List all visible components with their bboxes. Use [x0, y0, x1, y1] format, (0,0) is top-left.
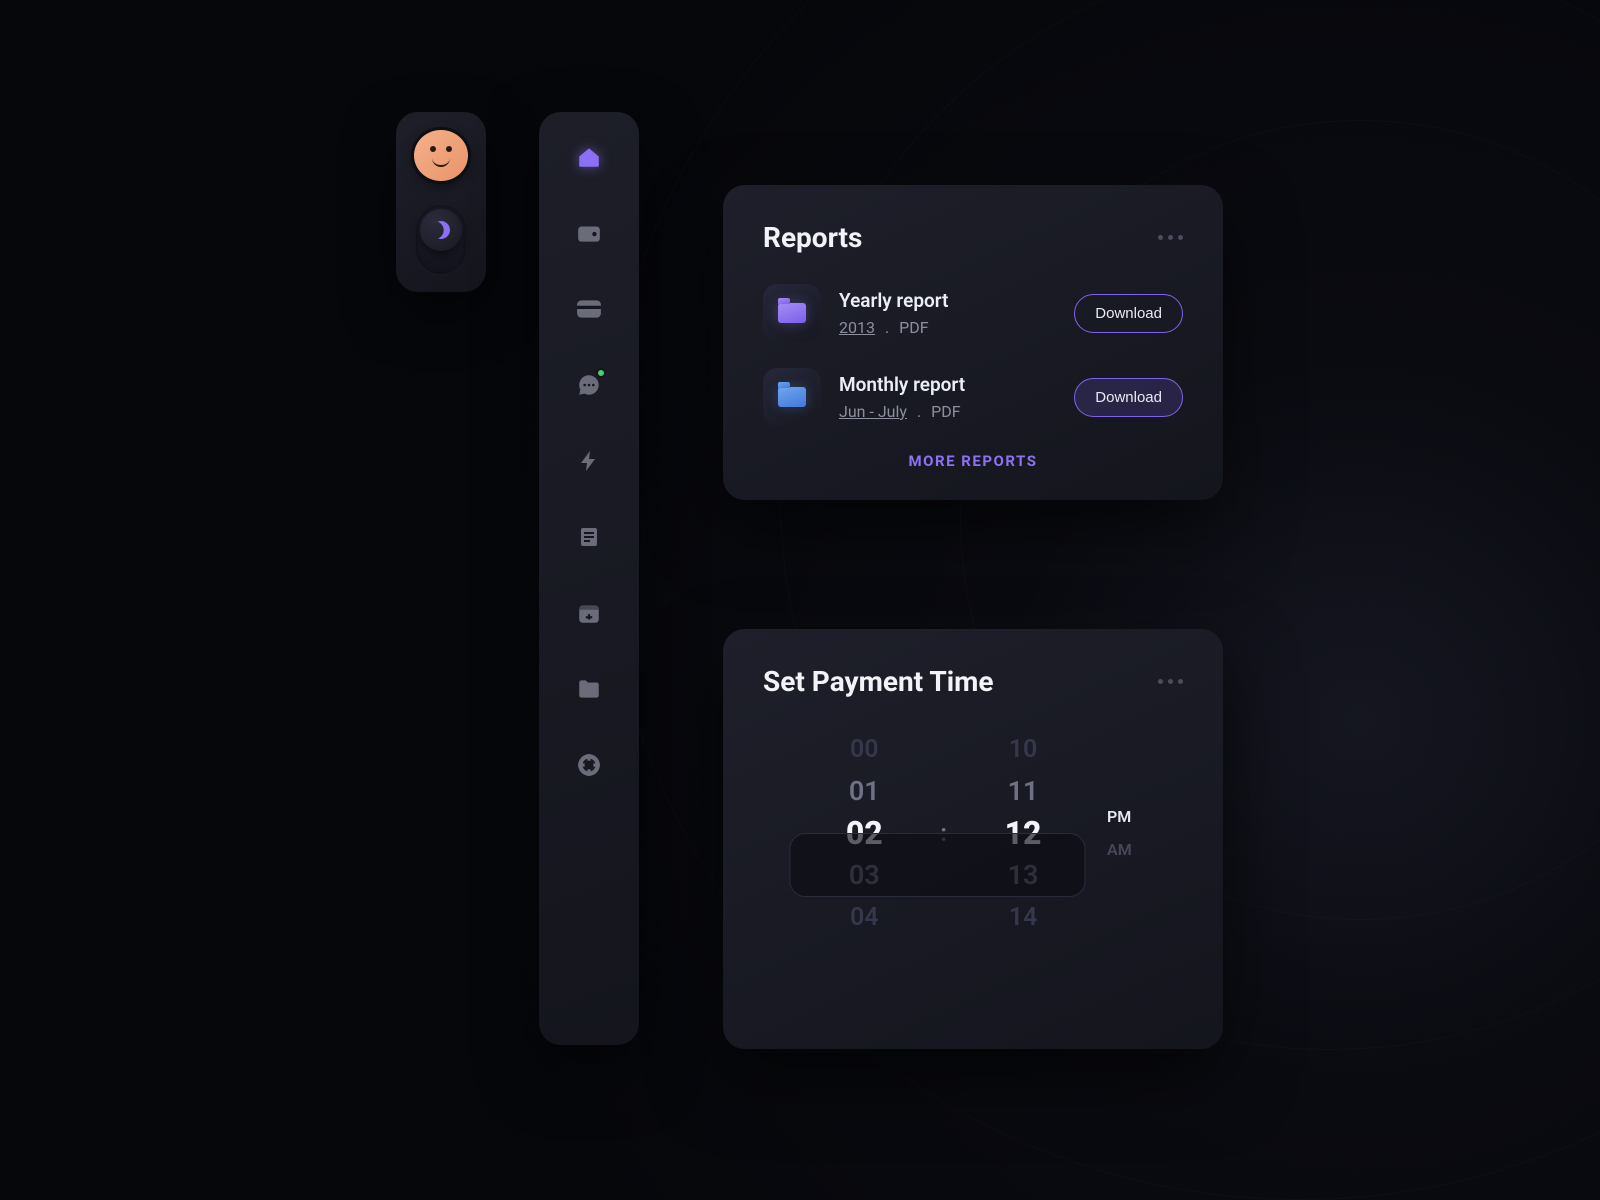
profile-theme-panel — [396, 112, 486, 292]
minute-option[interactable]: 13 — [1008, 854, 1039, 896]
hour-selected[interactable]: 02 — [846, 812, 883, 854]
minute-option[interactable]: 11 — [1008, 770, 1039, 812]
report-meta: Jun - July . PDF — [839, 402, 1056, 421]
theme-toggle-knob — [420, 209, 462, 251]
nav-wallet-icon[interactable] — [574, 218, 604, 248]
nav-list-icon[interactable] — [574, 522, 604, 552]
download-button[interactable]: Download — [1074, 294, 1183, 333]
time-colon: : — [940, 819, 947, 847]
sidebar — [539, 112, 639, 1045]
hour-option[interactable]: 04 — [850, 896, 879, 938]
minute-option[interactable]: 10 — [1009, 728, 1038, 770]
download-button[interactable]: Download — [1074, 378, 1183, 417]
hour-option[interactable]: 01 — [849, 770, 880, 812]
nav-help-icon[interactable] — [574, 750, 604, 780]
reports-card: Reports Yearly report 2013 . PDF Downloa… — [723, 185, 1223, 500]
report-meta-type: PDF — [899, 318, 928, 337]
minute-option[interactable]: 14 — [1009, 896, 1038, 938]
chat-badge-dot — [596, 368, 606, 378]
payment-time-title: Set Payment Time — [763, 665, 993, 698]
report-meta-type: PDF — [931, 402, 960, 421]
hour-option[interactable]: 00 — [850, 728, 879, 770]
minute-selected[interactable]: 12 — [1005, 812, 1042, 854]
report-folder-icon — [763, 368, 821, 426]
avatar[interactable] — [414, 130, 468, 181]
minutes-column[interactable]: 10 11 12 13 14 — [973, 728, 1073, 938]
moon-icon — [429, 219, 452, 242]
report-row: Monthly report Jun - July . PDF Download — [763, 368, 1183, 426]
payment-time-card: Set Payment Time 00 01 02 03 04 : 10 11 … — [723, 629, 1223, 1049]
hours-column[interactable]: 00 01 02 03 04 — [814, 728, 914, 938]
nav-folder-icon[interactable] — [574, 674, 604, 704]
hour-option[interactable]: 03 — [849, 854, 880, 896]
ampm-selector: PM AM — [1107, 807, 1132, 859]
report-title: Monthly report — [839, 373, 1056, 396]
report-folder-icon — [763, 284, 821, 342]
nav-chat-icon[interactable] — [574, 370, 604, 400]
reports-title: Reports — [763, 221, 862, 254]
reports-menu-icon[interactable] — [1158, 235, 1183, 240]
ampm-pm[interactable]: PM — [1107, 807, 1132, 826]
payment-time-menu-icon[interactable] — [1158, 679, 1183, 684]
ampm-am[interactable]: AM — [1107, 840, 1132, 859]
nav-card-icon[interactable] — [574, 294, 604, 324]
report-meta-link[interactable]: Jun - July — [839, 402, 907, 421]
report-meta-link[interactable]: 2013 — [839, 318, 875, 337]
report-meta: 2013 . PDF — [839, 318, 1056, 337]
nav-bolt-icon[interactable] — [574, 446, 604, 476]
theme-toggle[interactable] — [416, 205, 466, 274]
report-row: Yearly report 2013 . PDF Download — [763, 284, 1183, 342]
more-reports-link[interactable]: MORE REPORTS — [763, 452, 1183, 470]
nav-home-icon[interactable] — [574, 142, 604, 172]
report-title: Yearly report — [839, 289, 1056, 312]
time-picker[interactable]: 00 01 02 03 04 : 10 11 12 13 14 PM AM — [763, 728, 1183, 938]
nav-calendar-icon[interactable] — [574, 598, 604, 628]
